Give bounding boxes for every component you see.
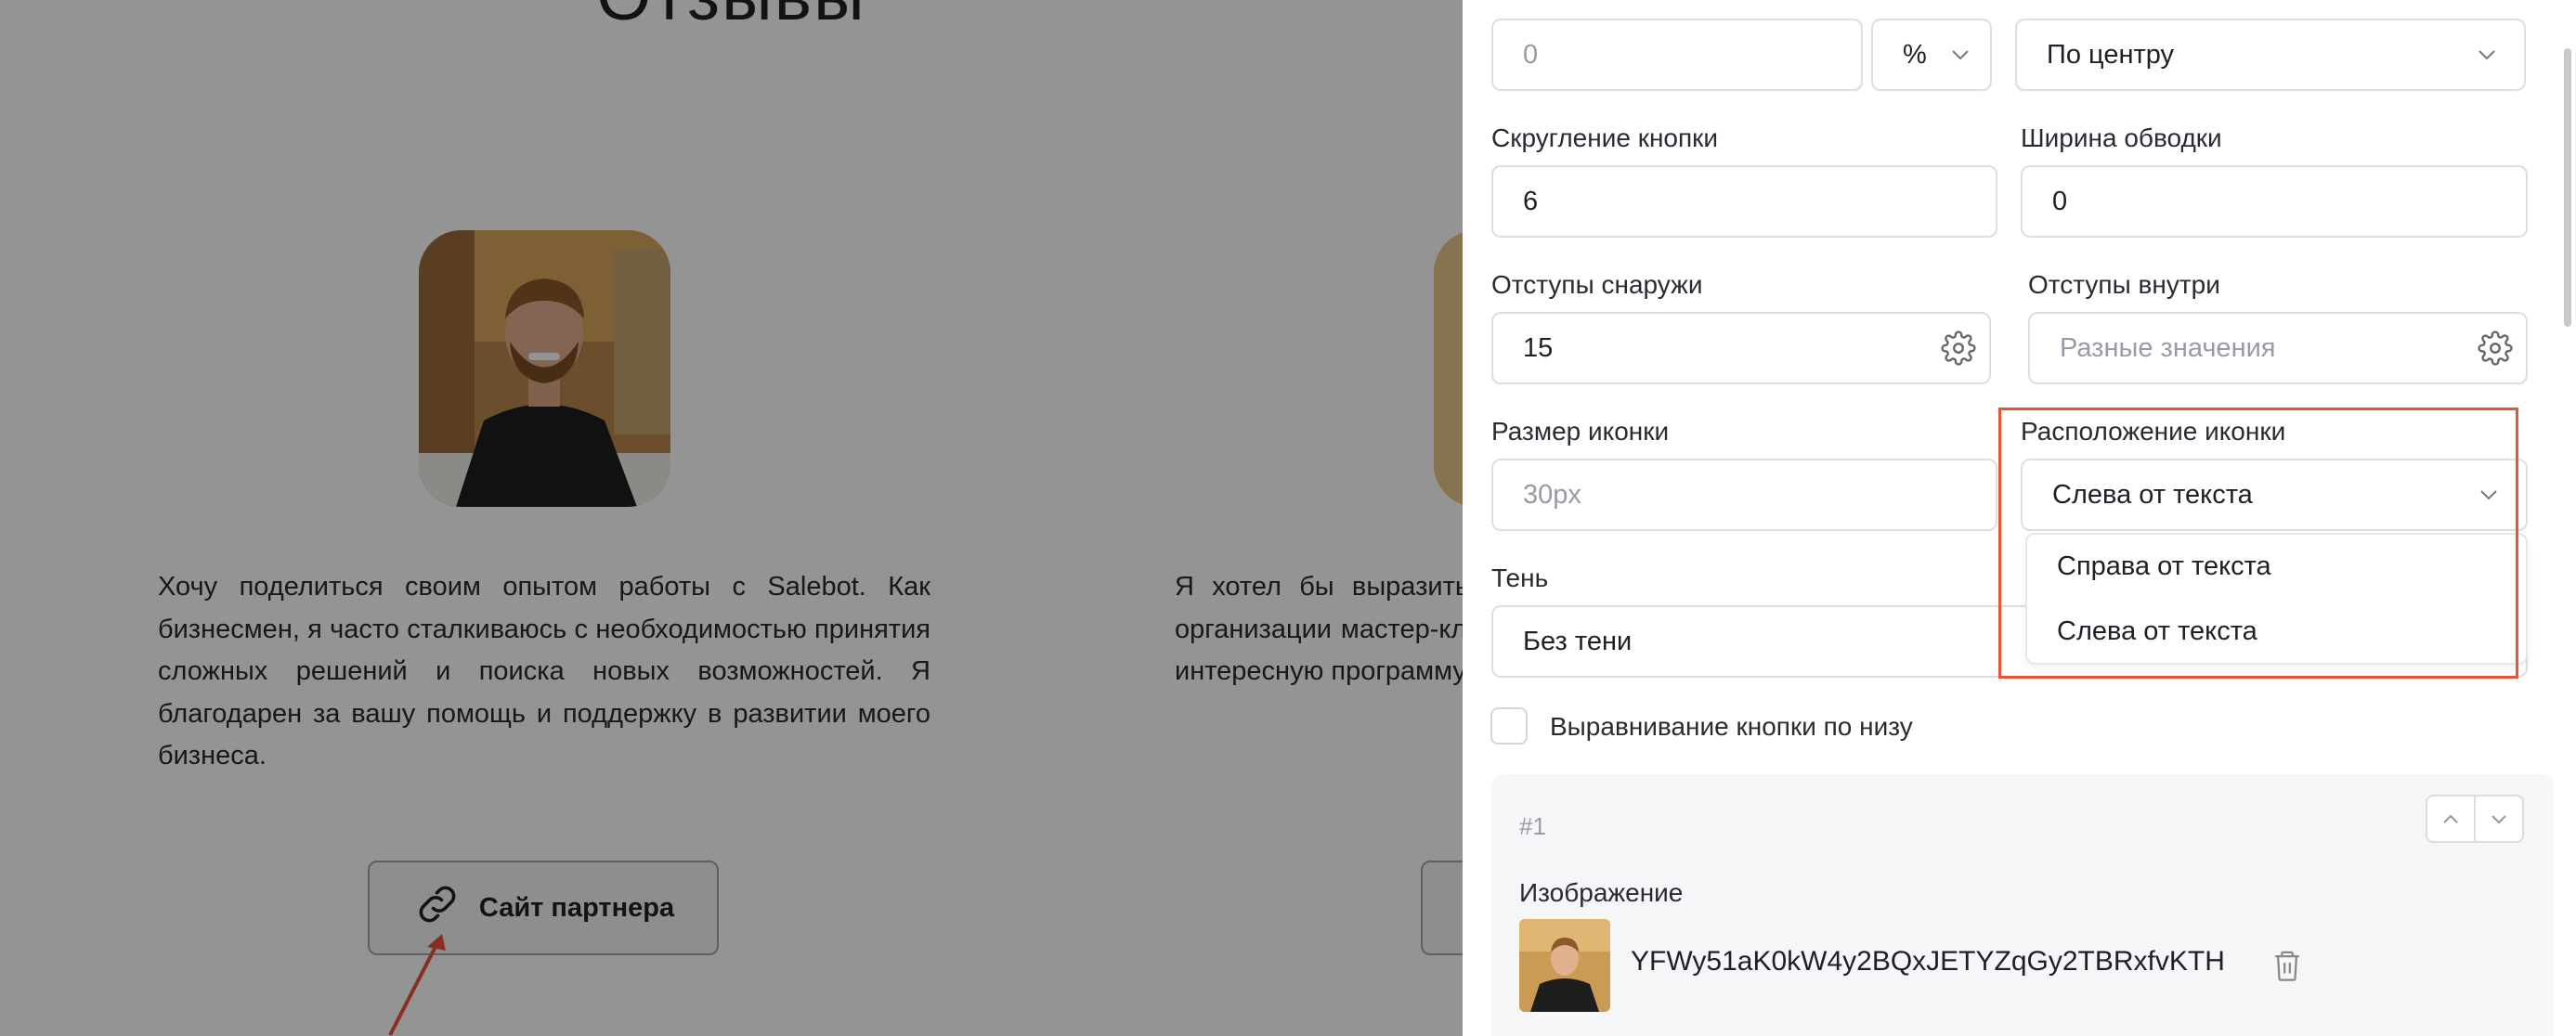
item-card: #1 Изображение YFWy51aK0kW4y2BQxJETYZqGy… bbox=[1491, 774, 2554, 1036]
image-file-name: YFWy51aK0kW4y2BQxJETYZqGy2TBRxfvKTH bbox=[1631, 946, 2225, 977]
bottom-align-checkbox[interactable] bbox=[1490, 707, 1528, 745]
chevron-down-icon bbox=[2491, 814, 2506, 823]
icon-size-input[interactable]: 30px bbox=[1491, 459, 1997, 531]
shadow-label: Тень bbox=[1491, 563, 1549, 592]
scrollbar[interactable] bbox=[2564, 48, 2571, 327]
chevron-down-icon bbox=[1952, 50, 1969, 60]
button-width-input[interactable]: 0 bbox=[1491, 19, 1863, 91]
border-width-input[interactable]: 0 bbox=[2021, 165, 2528, 238]
outer-padding-input[interactable]: 15 bbox=[1491, 312, 1991, 384]
icon-size-label: Размер иконки bbox=[1491, 417, 1670, 446]
highlight-annotation bbox=[1998, 408, 2518, 679]
item-number: #1 bbox=[1519, 812, 1546, 840]
image-thumbnail bbox=[1519, 919, 1610, 1012]
button-align-select[interactable]: По центру bbox=[2015, 19, 2526, 91]
button-radius-input[interactable]: 6 bbox=[1491, 165, 1997, 238]
outer-padding-label: Отступы снаружи bbox=[1491, 270, 1703, 299]
bottom-align-label: Выравнивание кнопки по низу bbox=[1550, 712, 1913, 741]
move-up-button[interactable] bbox=[2426, 795, 2476, 843]
border-width-label: Ширина обводки bbox=[2021, 123, 2222, 152]
trash-icon[interactable] bbox=[2271, 948, 2303, 983]
chevron-down-icon bbox=[2478, 50, 2495, 60]
gear-icon[interactable] bbox=[2478, 330, 2513, 366]
modal-overlay[interactable] bbox=[0, 0, 1463, 1036]
gear-icon[interactable] bbox=[1941, 330, 1976, 366]
width-unit-select[interactable]: % bbox=[1871, 19, 1992, 91]
inner-padding-label: Отступы внутри bbox=[2028, 270, 2220, 299]
chevron-up-icon bbox=[2443, 814, 2458, 823]
inner-padding-input[interactable]: Разные значения bbox=[2028, 312, 2528, 384]
image-label: Изображение bbox=[1519, 878, 1684, 907]
settings-panel: 0 % По центру Скругление кнопки Ширина о… bbox=[1463, 0, 2576, 1036]
move-down-button[interactable] bbox=[2474, 795, 2524, 843]
radius-label: Скругление кнопки bbox=[1491, 123, 1719, 152]
